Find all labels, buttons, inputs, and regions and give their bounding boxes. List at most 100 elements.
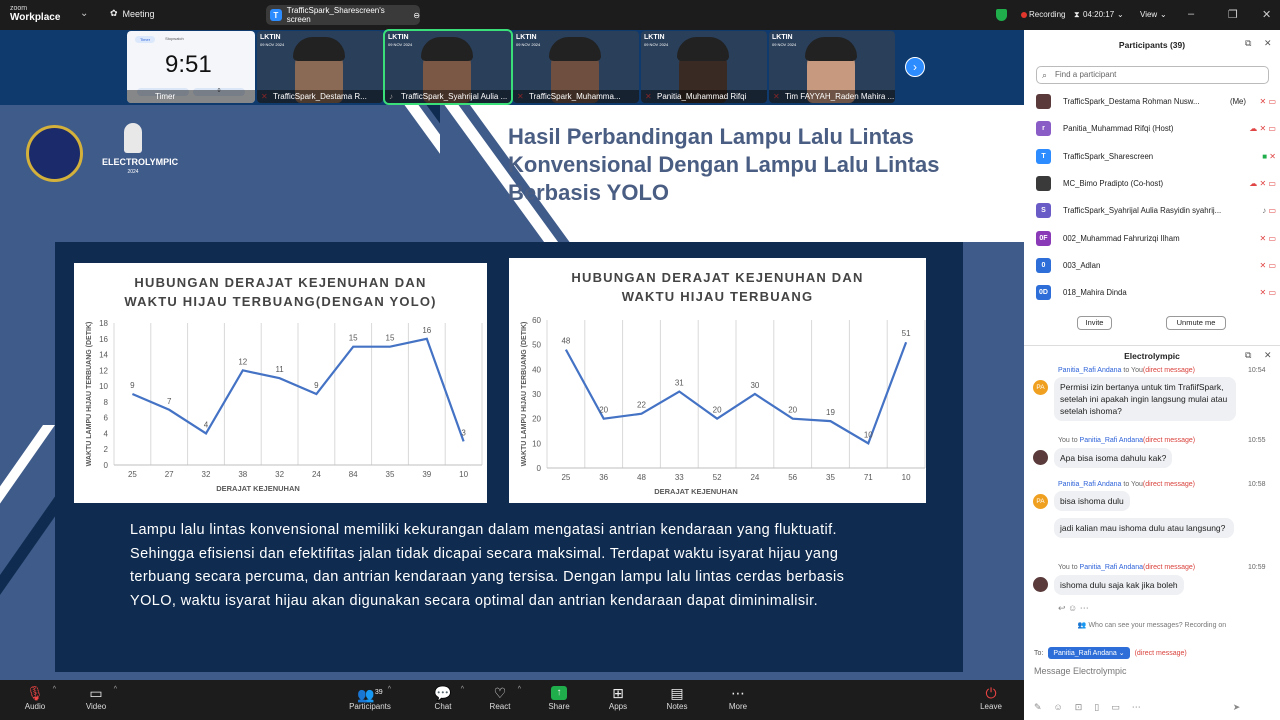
chevron-up-icon[interactable]: ^ xyxy=(388,686,391,693)
participant-row[interactable]: r Panitia_Muhammad Rifqi (Host) ☁ ✕ ▭ xyxy=(1036,117,1276,139)
mic-muted-icon: ✕ ▭ xyxy=(1259,287,1276,297)
meeting-info-button[interactable]: ✿ Meeting xyxy=(110,8,155,19)
data-label: 22 xyxy=(637,401,646,410)
x-tick-label: 24 xyxy=(750,473,759,482)
chart-title-line: WAKTU HIJAU TERBUANG(DENGAN YOLO) xyxy=(124,294,437,309)
data-label: 20 xyxy=(788,406,797,415)
participant-row[interactable]: MC_Bimo Pradipto (Co-host) ☁ ✕ ▭ xyxy=(1036,172,1276,194)
chevron-down-icon[interactable]: ⌄ xyxy=(1117,10,1124,19)
x-tick-label: 24 xyxy=(312,470,321,479)
elapsed-time: 04:20:17 xyxy=(1083,10,1115,19)
tile-badge: LKTIN 09 NOV 2024 xyxy=(260,34,285,47)
timestamp: 10:54 xyxy=(1248,367,1266,374)
chevron-up-icon[interactable]: ^ xyxy=(53,686,56,693)
tile-name: Tim FAYYAH_Raden Mahira ... xyxy=(769,90,895,103)
data-label: 30 xyxy=(750,381,759,390)
participant-row[interactable]: 0 003_Adlan ✕ ▭ xyxy=(1036,254,1276,276)
x-tick-label: 25 xyxy=(128,470,137,479)
close-icon[interactable]: ✕ xyxy=(1262,8,1271,21)
message-actions[interactable]: ↩ ☺ ⋯ xyxy=(1058,603,1089,614)
data-label: 51 xyxy=(902,329,911,338)
audio-button[interactable]: 🎙 Audio ^ xyxy=(10,684,60,711)
participant-video-hair xyxy=(805,37,857,61)
unmute-me-button[interactable]: Unmute me xyxy=(1166,316,1226,330)
popout-icon[interactable]: ⧉ xyxy=(1245,350,1251,361)
recipient-dropdown[interactable]: Panitia_Rafi Andana ⌄ xyxy=(1048,647,1130,659)
send-icon[interactable]: ➤ xyxy=(1233,702,1241,713)
participant-row[interactable]: 0D 018_Mahira Dinda ✕ ▭ xyxy=(1036,281,1276,303)
close-icon[interactable]: ✕ xyxy=(1264,350,1272,361)
shared-screen: ELECTROLYMPIC 2024 Hasil Perbandingan La… xyxy=(0,105,1024,680)
recipient: You xyxy=(1131,367,1143,374)
chart-with-yolo: 0 2 4 6 8 10 12 14 16 18 25 27 32 38 32 24 84 35 39 10 9 7 4 12… xyxy=(74,263,487,503)
video-tile-active-speaker[interactable]: LKTIN 09 NOV 2024 ♪ TrafficSpark_Syahrija… xyxy=(383,29,513,105)
chart-conventional: 0 10 20 30 40 50 60 25 36 48 33 52 24 56 35 71 10 48 20 22 3… xyxy=(509,258,926,503)
view-button[interactable]: View xyxy=(1140,10,1157,19)
avatar: r xyxy=(1036,120,1051,136)
chevron-down-icon[interactable]: ⌄ xyxy=(80,8,88,19)
file-icon[interactable]: ▯ xyxy=(1094,702,1099,713)
timer-tabs: Timer Stopwatch xyxy=(135,36,184,43)
invite-button[interactable]: Invite xyxy=(1077,316,1112,330)
security-shield-icon[interactable] xyxy=(996,9,1007,21)
participant-row[interactable]: T TrafficSpark_Sharescreen ■ ✕ xyxy=(1036,145,1276,167)
video-tile[interactable]: LKTIN 09 NOV 2024 ✕ Panitia_Muhammad Rifq… xyxy=(641,31,767,103)
video-label: Video xyxy=(85,702,107,711)
timer-tile[interactable]: Timer Stopwatch 9:51 0 Timer xyxy=(127,31,255,103)
search-icon: ⌕ xyxy=(1042,70,1048,80)
close-icon[interactable]: ✕ xyxy=(1264,38,1272,49)
more-icon[interactable]: ⊖ xyxy=(413,11,420,20)
x-axis-title: DERAJAT KEJENUHAN xyxy=(216,484,300,493)
data-label: 11 xyxy=(275,365,284,374)
leave-label: Leave xyxy=(980,702,1002,711)
restore-icon[interactable]: ❐ xyxy=(1228,8,1238,21)
y-axis-title: WAKTU LAMPU HIJAU TERBUANG (DETIK) xyxy=(521,322,528,467)
recording-label[interactable]: Recording xyxy=(1029,10,1065,19)
x-tick-label: 32 xyxy=(275,470,284,479)
title-line: Konvensional Dengan Lampu Lalu Lintas xyxy=(508,152,940,177)
next-page-button[interactable]: › xyxy=(905,57,925,77)
chevron-up-icon[interactable]: ^ xyxy=(114,686,117,693)
sender: You xyxy=(1058,564,1070,571)
minimize-icon[interactable]: – xyxy=(1188,8,1194,20)
notes-label: Notes xyxy=(666,702,688,711)
video-tile[interactable]: LKTIN 09 NOV 2024 ✕ Tim FAYYAH_Raden Mahi… xyxy=(769,31,895,103)
y-tick-label: 14 xyxy=(99,351,108,360)
participants-button[interactable]: 👥39 Participants ^ xyxy=(345,684,395,711)
timestamp: 10:59 xyxy=(1248,564,1266,571)
react-button[interactable]: ♡ React ^ xyxy=(475,684,525,711)
recipient-selector: To: Panitia_Rafi Andana ⌄ (direct messag… xyxy=(1034,647,1187,659)
message-input[interactable]: Message Electrolympic xyxy=(1034,666,1127,676)
who-can-see-notice[interactable]: 👥 Who can see your messages? Recording o… xyxy=(1024,621,1280,629)
more-icon[interactable]: ⋯ xyxy=(1132,702,1141,713)
apps-button[interactable]: ⊞ Apps xyxy=(593,684,643,711)
leave-button[interactable]: ⏻ Leave xyxy=(966,684,1016,711)
chevron-up-icon[interactable]: ^ xyxy=(518,686,521,693)
participant-search-input[interactable]: ⌕ Find a participant xyxy=(1036,66,1269,84)
participant-row[interactable]: TrafficSpark_Destama Rohman Nusw... (Me) ✕… xyxy=(1036,90,1276,112)
participant-row[interactable]: S TrafficSpark_Syahrijal Aulia Rasyidin s… xyxy=(1036,199,1276,221)
chevron-down-icon[interactable]: ⌄ xyxy=(1160,10,1167,19)
x-tick-label: 27 xyxy=(165,470,174,479)
chat-message: ishoma dulu saja kak jika boleh xyxy=(1054,575,1184,595)
chevron-up-icon[interactable]: ^ xyxy=(461,686,464,693)
avatar: 0 xyxy=(1036,257,1051,273)
emoji-icon[interactable]: ☺ xyxy=(1054,702,1063,713)
more-button[interactable]: ⋯ More xyxy=(713,684,763,711)
format-icon[interactable]: ✎ xyxy=(1034,702,1042,713)
chat-button[interactable]: 💬 Chat ^ xyxy=(418,684,468,711)
notes-button[interactable]: ▤ Notes xyxy=(652,684,702,711)
video-tile[interactable]: LKTIN 09 NOV 2024 ✕ TrafficSpark_Destama … xyxy=(257,31,383,103)
share-screen-chip[interactable]: T TrafficSpark_Sharescreen's screen ⊖ xyxy=(266,5,420,25)
title-bar: zoom Workplace ⌄ ✿ Meeting T TrafficSpar… xyxy=(0,0,1280,30)
x-tick-label: 84 xyxy=(349,470,358,479)
participant-row[interactable]: 0F 002_Muhammad Fahrurizqi Ilham ✕ ▭ xyxy=(1036,227,1276,249)
data-label: 4 xyxy=(204,420,209,429)
video-tile[interactable]: LKTIN 09 NOV 2024 ✕ TrafficSpark_Muhamma.… xyxy=(513,31,639,103)
snippet-icon[interactable]: ▭ xyxy=(1111,702,1120,713)
screenshot-icon[interactable]: ⊡ xyxy=(1075,702,1083,713)
share-button[interactable]: ↑ Share xyxy=(534,684,584,711)
popout-icon[interactable]: ⧉ xyxy=(1245,38,1251,49)
video-button[interactable]: ▭ Video ^ xyxy=(71,684,121,711)
participant-video-hair xyxy=(421,37,473,61)
